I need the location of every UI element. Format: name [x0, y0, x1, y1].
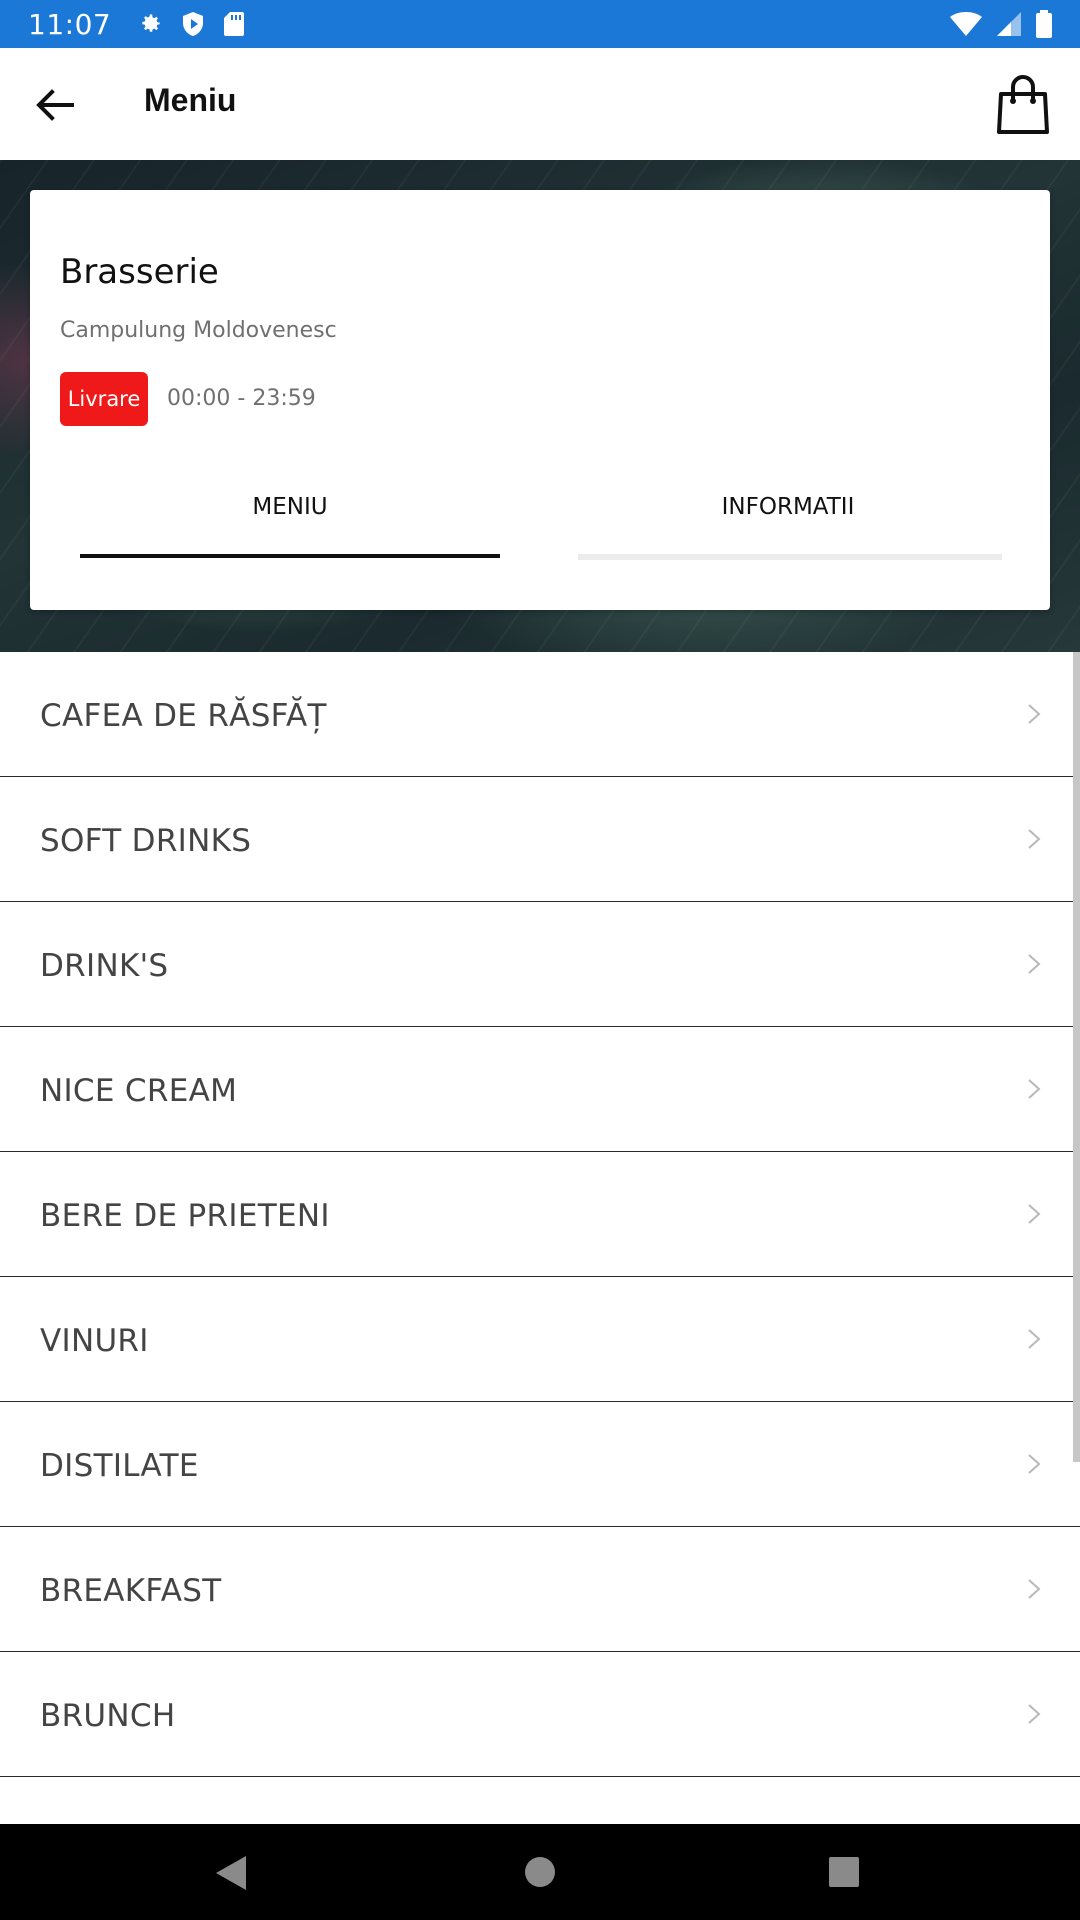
arrow-back-icon [36, 89, 74, 121]
category-item-soft-drinks[interactable]: SOFT DRINKS [0, 777, 1080, 902]
category-label: VINURI [40, 1323, 149, 1359]
chevron-right-icon [1028, 1329, 1041, 1349]
sd-card-icon [224, 12, 245, 36]
category-item-bere[interactable]: BERE DE PRIETENI [0, 1152, 1080, 1277]
settings-icon [142, 14, 160, 32]
category-label: CAFEA DE RĂSFĂȚ [40, 698, 327, 734]
opening-hours: 00:00 - 23:59 [167, 386, 316, 411]
category-item-nice-cream[interactable]: NICE CREAM [0, 1027, 1080, 1152]
battery-icon [1036, 10, 1052, 38]
shopping-bag-icon [997, 75, 1049, 134]
chevron-right-icon [1028, 954, 1041, 974]
category-label: BERE DE PRIETENI [40, 1198, 330, 1234]
status-icons-left [137, 11, 245, 37]
wifi-icon [950, 12, 982, 36]
chevron-right-icon [1028, 1579, 1041, 1599]
nav-recents-icon[interactable] [828, 1856, 860, 1888]
status-time: 11:07 [28, 7, 112, 41]
tab-informatii[interactable]: INFORMATII [578, 482, 998, 532]
chevron-right-icon [1028, 1454, 1041, 1474]
restaurant-name: Brasserie [60, 252, 219, 292]
category-label: BRUNCH [40, 1698, 176, 1734]
scrollbar[interactable] [1073, 652, 1080, 1462]
restaurant-location: Campulung Moldovenesc [60, 318, 337, 343]
page-title: Meniu [144, 82, 237, 118]
category-label: DISTILATE [40, 1448, 199, 1484]
delivery-badge: Livrare [60, 372, 148, 426]
chevron-right-icon [1028, 829, 1041, 849]
tab-indicator-active [80, 554, 500, 558]
chevron-right-icon [1028, 1704, 1041, 1724]
nav-home-icon[interactable] [524, 1856, 556, 1888]
category-item-drinks[interactable]: DRINK'S [0, 902, 1080, 1027]
navigation-bar [0, 1824, 1080, 1920]
category-label: SOFT DRINKS [40, 823, 252, 859]
tab-menu[interactable]: MENIU [80, 482, 500, 532]
category-list[interactable]: CAFEA DE RĂSFĂȚ SOFT DRINKS DRINK'S NICE… [0, 652, 1080, 1824]
tab-indicator-inactive [578, 554, 1002, 560]
category-item-brunch[interactable]: BRUNCH [0, 1652, 1080, 1777]
restaurant-card: Brasserie Campulung Moldovenesc Livrare … [30, 190, 1050, 610]
back-button[interactable] [30, 80, 80, 130]
cart-button[interactable] [996, 74, 1050, 136]
category-item-breakfast[interactable]: BREAKFAST [0, 1527, 1080, 1652]
status-icons-right [950, 10, 1052, 38]
chevron-right-icon [1028, 1204, 1041, 1224]
nav-back-icon[interactable] [214, 1854, 248, 1892]
category-item-distilate[interactable]: DISTILATE [0, 1402, 1080, 1527]
status-bar: 11:07 [0, 0, 1080, 48]
shield-icon [183, 12, 204, 36]
category-label: BREAKFAST [40, 1573, 222, 1609]
chevron-right-icon [1028, 704, 1041, 724]
category-label: DRINK'S [40, 948, 169, 984]
category-item-vinuri[interactable]: VINURI [0, 1277, 1080, 1402]
category-label: NICE CREAM [40, 1073, 238, 1109]
signal-icon [997, 12, 1021, 36]
category-item-cafea[interactable]: CAFEA DE RĂSFĂȚ [0, 652, 1080, 777]
app-bar: Meniu [0, 48, 1080, 160]
chevron-right-icon [1028, 1079, 1041, 1099]
